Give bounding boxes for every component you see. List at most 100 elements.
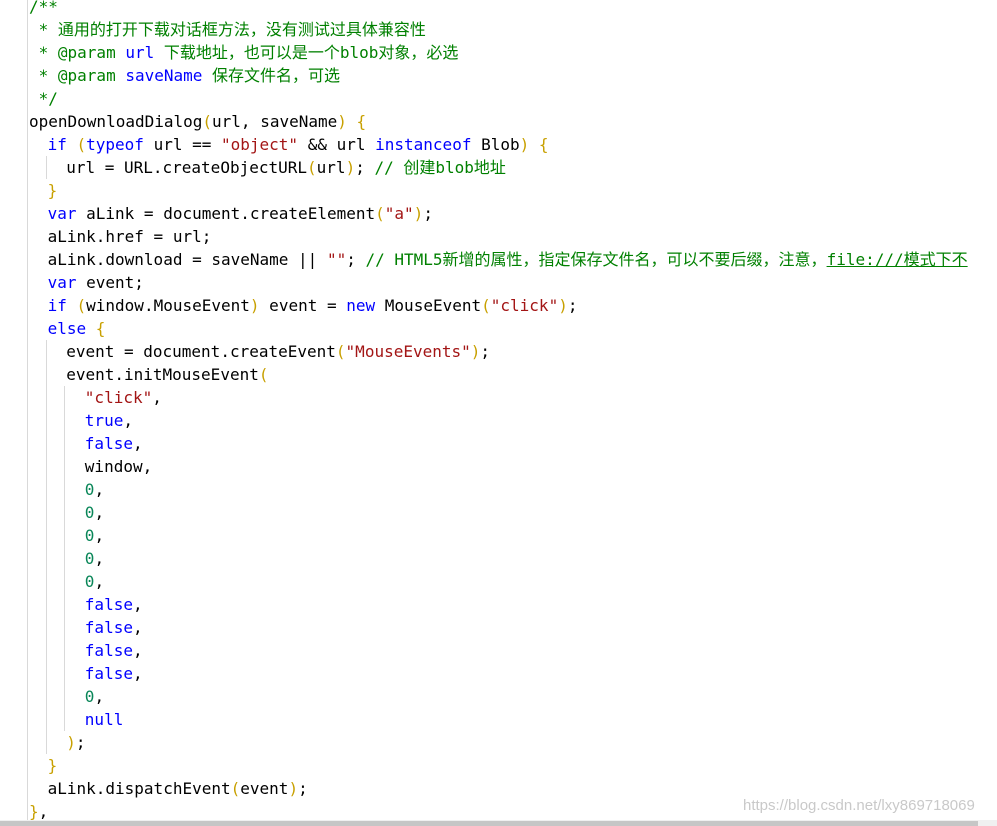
code-token: , (94, 549, 105, 568)
code-token: // 创建blob地址 (374, 158, 506, 177)
code-line: var event; (48, 271, 144, 294)
code-line: false, (85, 593, 143, 616)
code-token: , (132, 641, 143, 660)
code-token: Blob (471, 135, 520, 154)
indent-guide (45, 340, 47, 754)
code-token: ; (346, 250, 366, 269)
code-line: * @param saveName 保存文件名，可选 (29, 64, 340, 87)
code-line: event.initMouseEvent( (66, 363, 268, 386)
code-token: /** (29, 0, 58, 16)
code-line: * @param url 下载地址，也可以是一个blob对象，必选 (29, 41, 459, 64)
code-line: else { (48, 317, 106, 340)
code-line: false, (85, 662, 143, 685)
scrollbar-thumb[interactable] (0, 821, 978, 826)
code-token: , (152, 388, 162, 407)
code-token: // HTML5新增的属性，指定保存文件名，可以不要后缀，注意， (365, 250, 827, 269)
code-line: aLink.href = url; (48, 225, 212, 248)
code-token: new (346, 296, 376, 315)
code-line: "click", (85, 386, 162, 409)
code-line: url = URL.createObjectURL(url); // 创建blo… (66, 156, 506, 179)
code-line: false, (85, 432, 143, 455)
code-token: ( (481, 296, 491, 315)
code-token: MouseEvent (375, 296, 482, 315)
code-token: ) (519, 135, 530, 154)
indent-guide (45, 156, 47, 179)
code-token: url == (143, 135, 221, 154)
code-token: ( (230, 779, 241, 798)
code-token: var (47, 204, 77, 223)
code-line: } (48, 179, 58, 202)
code-token: ; (355, 158, 375, 177)
code-token: false (84, 618, 133, 637)
code-token: else (47, 319, 87, 338)
code-token: , (38, 802, 49, 821)
code-token: aLink.href = url; (47, 227, 212, 246)
code-token: , (94, 687, 105, 706)
code-token: ( (76, 135, 87, 154)
code-line: true, (85, 409, 133, 432)
code-token: , (94, 503, 105, 522)
code-token: "" (326, 250, 347, 269)
code-token: ) (470, 342, 481, 361)
code-token: window, (84, 457, 153, 476)
code-token: false (84, 641, 133, 660)
code-token: 下载地址，也可以是一个blob对象，必选 (154, 43, 459, 62)
code-token: event = document.createEvent (66, 342, 336, 361)
code-token: aLink.dispatchEvent (47, 779, 231, 798)
code-token: false (84, 664, 133, 683)
code-token: ) (288, 779, 299, 798)
code-token: "object" (221, 135, 299, 154)
code-token: 0 (84, 503, 95, 522)
code-token: } (29, 802, 39, 821)
code-token: if (47, 296, 67, 315)
code-token: 0 (84, 526, 95, 545)
code-token: "click" (490, 296, 559, 315)
code-line: /** (29, 0, 58, 18)
code-token: } (47, 756, 58, 775)
code-token: , (94, 572, 105, 591)
code-line: } (48, 754, 58, 777)
code-line: aLink.dispatchEvent(event); (48, 777, 308, 800)
code-token: "a" (384, 204, 414, 223)
code-token: ; (480, 342, 491, 361)
indent-guide (64, 386, 66, 731)
code-token: ) (558, 296, 568, 315)
code-token: ( (335, 342, 346, 361)
code-token: typeof (86, 135, 144, 154)
code-token: , (132, 664, 143, 683)
code-line: window, (85, 455, 152, 478)
code-token: openDownloadDialog (29, 112, 203, 131)
code-token: 0 (84, 480, 95, 499)
code-token: true (84, 411, 124, 430)
code-token: event; (76, 273, 144, 292)
code-line: if (typeof url == "object" && url instan… (48, 133, 549, 156)
code-line: 0, (85, 478, 104, 501)
code-line: ); (66, 731, 85, 754)
code-token: url (125, 43, 155, 62)
code-token: } (47, 181, 58, 200)
code-token: 保存文件名，可选 (202, 66, 341, 85)
code-line: 0, (85, 547, 104, 570)
code-token: ( (202, 112, 213, 131)
code-token: , (94, 526, 105, 545)
code-token: ) (249, 296, 260, 315)
code-token: ( (307, 158, 317, 177)
code-token: ; (567, 296, 578, 315)
watermark: https://blog.csdn.net/lxy869718069 (743, 797, 975, 814)
code-line: false, (85, 639, 143, 662)
code-token: false (84, 595, 133, 614)
code-token: 0 (84, 572, 95, 591)
code-line: null (85, 708, 124, 731)
code-token: { (95, 319, 106, 338)
code-editor[interactable]: /** * 通用的打开下载对话框方法，没有测试过具体兼容性 * @param u… (0, 0, 997, 826)
code-token: false (84, 434, 133, 453)
code-token: window.MouseEvent (86, 296, 250, 315)
code-line: openDownloadDialog(url, saveName) { (29, 110, 366, 133)
code-line: 0, (85, 685, 104, 708)
code-token: url = URL.createObjectURL (66, 158, 308, 177)
code-token: event = (259, 296, 347, 315)
